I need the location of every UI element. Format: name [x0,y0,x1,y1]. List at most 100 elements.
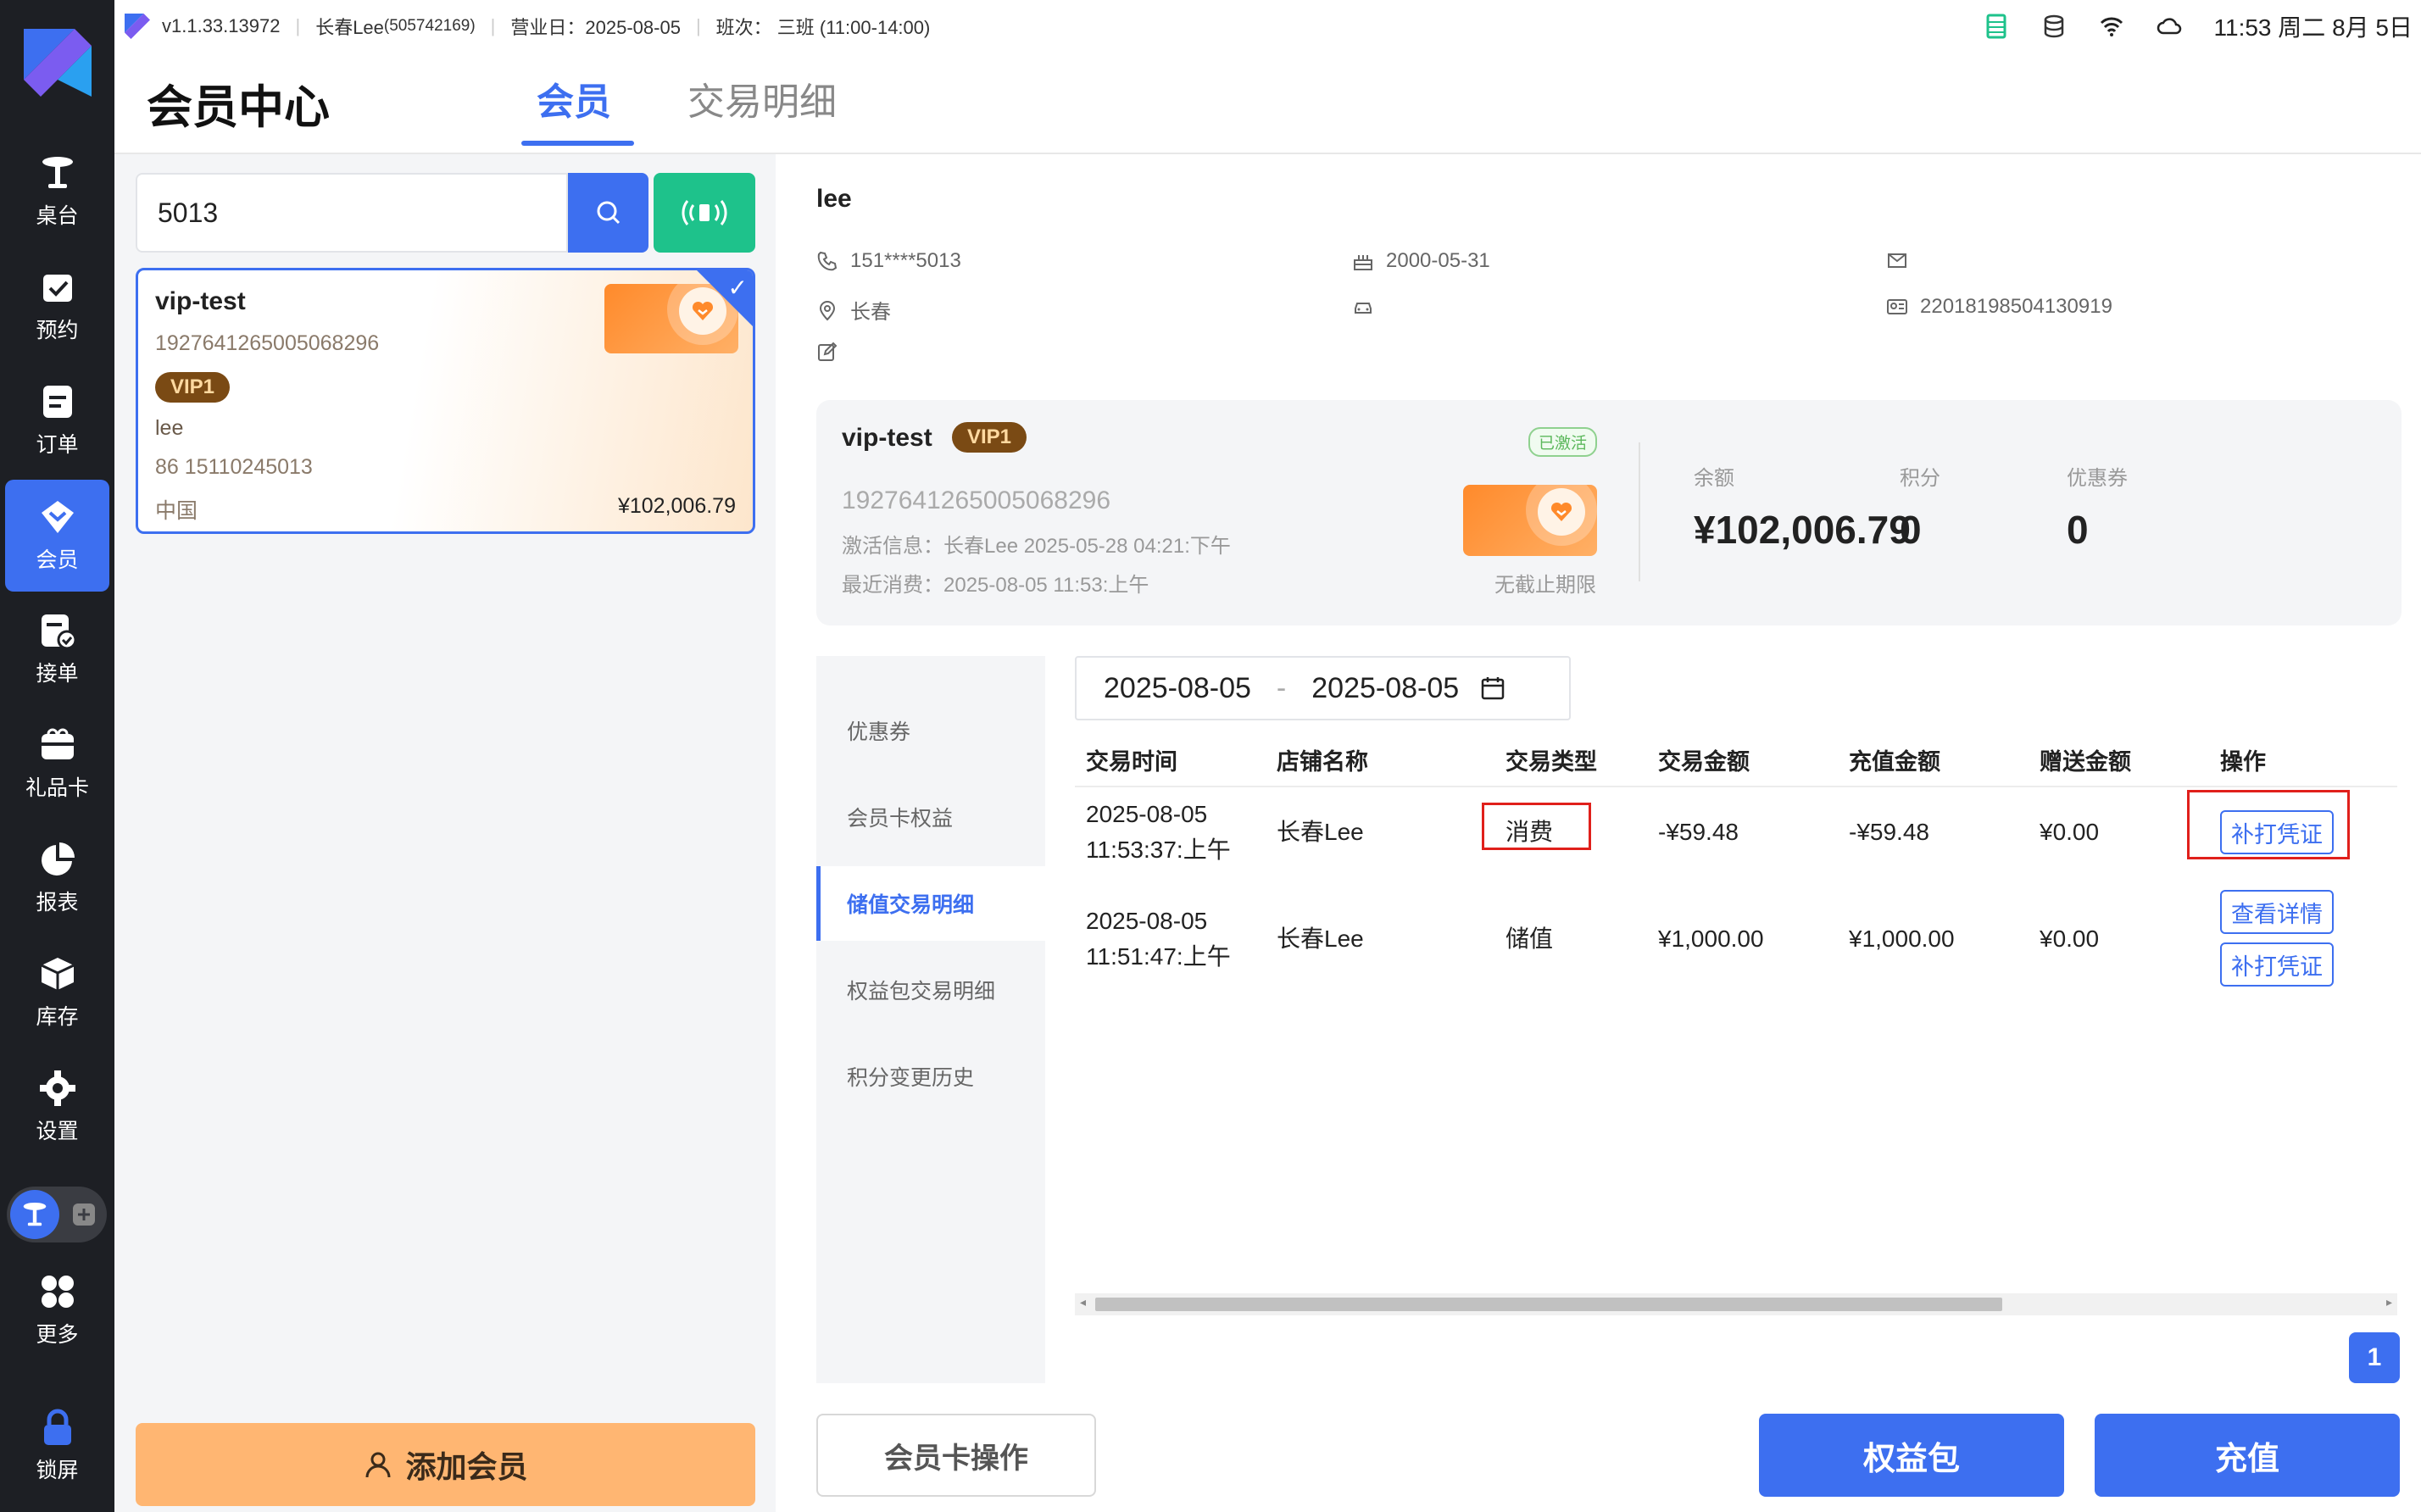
date-separator: - [1276,671,1287,704]
activated-badge: 已激活 [1528,427,1598,457]
sidebar-item-gift-cards[interactable]: 礼品卡 [5,708,109,820]
search-icon [597,201,620,225]
gear-icon [39,1070,75,1106]
card-summary-panel: vip-test VIP1 已激活 1927641265005068296 激活… [816,400,2402,625]
sidebar-item-label: 接单 [36,662,79,686]
col-header-store: 店铺名称 [1277,749,1368,775]
table-cell-recharge: -¥59.48 [1849,819,1929,845]
table-cell-bonus: ¥0.00 [2040,819,2100,845]
tab-points-history[interactable]: 积分变更历史 [816,1039,1045,1114]
benefit-package-button[interactable]: 权益包 [1759,1414,2064,1497]
id-value: 22018198504130919 [1920,295,2112,318]
divider [1639,442,1640,581]
calendar-check-icon [42,275,72,302]
member-card-balance: ¥102,006.79 [617,494,736,518]
card-number: 1927641265005068296 [842,486,1111,514]
recharge-button[interactable]: 充值 [2095,1414,2400,1497]
lock-icon [43,1409,71,1445]
sidebar-item-accept-orders[interactable]: 接单 [5,593,109,705]
sidebar-item-reports[interactable]: 报表 [5,822,109,934]
col-header-recharge: 充值金额 [1849,749,1940,775]
tab-stored-value-transactions[interactable]: 储值交易明细 [816,866,1045,941]
cake-icon [1354,255,1372,270]
profile-city: 长春 [816,295,891,325]
sidebar-item-label: 礼品卡 [25,776,89,800]
tab-transactions[interactable]: 交易明细 [687,71,837,125]
sidebar-item-settings[interactable]: 设置 [5,1051,109,1163]
table-cell-amount: -¥59.48 [1658,819,1739,845]
store-id: (505742169) [383,17,476,35]
active-tab-underline [521,141,634,146]
highlight-box-action [2187,790,2350,859]
database-icon[interactable] [2041,14,2067,39]
view-details-button[interactable]: 查看详情 [2220,890,2334,934]
member-card[interactable]: vip-test 1927641265005068296 VIP1 lee 86… [136,268,755,534]
search-value: 5013 [158,197,219,228]
sidebar-item-more[interactable]: 更多 [5,1254,109,1366]
card-operations-button[interactable]: 会员卡操作 [816,1414,1096,1497]
sidebar-item-members[interactable]: 会员 [5,480,109,592]
reprint-voucher-button[interactable]: 补打凭证 [2220,942,2334,987]
nfc-read-button[interactable] [654,173,755,253]
scroll-left-arrow-icon[interactable]: ◂ [1080,1295,1086,1309]
profile-id: 22018198504130919 [1886,295,2112,319]
page-1-button[interactable]: 1 [2349,1332,2400,1383]
member-card-country: 中国 [155,499,198,523]
city-value: 长春 [850,301,891,324]
location-pin-icon [819,300,836,320]
business-day: 营业日：2025-08-05 [510,17,681,38]
table-cell-time: 2025-08-05 11:53:37:上午 [1086,797,1231,868]
table-cell-store: 长春Lee [1277,819,1364,845]
scroll-right-arrow-icon[interactable]: ▸ [2386,1295,2392,1309]
edit-profile-button[interactable] [816,341,838,363]
tab-benefit-package-transactions[interactable]: 权益包交易明细 [816,953,1045,1027]
member-list-panel: 5013 vip-test 1927641265005068296 VIP1 l… [114,154,776,1512]
table-cell-amount: ¥1,000.00 [1658,926,1764,952]
member-diamond-icon [41,501,74,533]
tab-coupons[interactable]: 优惠券 [816,693,1045,768]
phone-icon [817,251,838,271]
detail-side-tabs: 优惠券 会员卡权益 储值交易明细 权益包交易明细 积分变更历史 [816,656,1045,1383]
member-card-name: vip-test [155,287,246,315]
sidebar-item-inventory[interactable]: 库存 [5,937,109,1048]
store-name: 长春Lee [315,17,384,38]
coupons-value: 0 [2067,508,2089,552]
sidebar-item-orders[interactable]: 订单 [5,364,109,476]
card-expiry: 无截止期限 [1494,574,1596,597]
table-cell-type: 储值 [1505,926,1554,952]
date-range-picker[interactable]: 2025-08-05 - 2025-08-05 [1075,656,1571,720]
sidebar-item-tables[interactable]: 桌台 [5,136,109,247]
card-image [1463,485,1597,556]
coupons-label: 优惠券 [2067,467,2128,490]
grid-more-icon [41,1276,74,1308]
profile-name: lee [816,185,852,213]
balance-value: ¥102,006.79 [1694,508,1911,552]
col-header-actions: 操作 [2220,749,2266,775]
col-header-amount: 交易金额 [1658,749,1750,775]
tab-card-benefits[interactable]: 会员卡权益 [816,780,1045,854]
sidebar-item-lock[interactable]: 锁屏 [5,1390,109,1502]
tab-members[interactable]: 会员 [537,71,611,125]
sidebar: 桌台 预约 订单 会员 接单 礼品卡 报表 库存 设置 更多 锁屏 [0,0,114,1512]
search-button[interactable] [568,173,648,253]
sidebar-item-label: 会员 [36,548,79,572]
horizontal-scrollbar[interactable]: ◂ ▸ [1075,1293,2397,1315]
start-date: 2025-08-05 [1104,671,1251,704]
scrollbar-thumb[interactable] [1095,1298,2002,1311]
search-input[interactable]: 5013 [136,173,568,253]
sidebar-item-label: 锁屏 [36,1459,79,1482]
checkmark-icon: ✓ [727,275,748,301]
balance-label: 余额 [1694,467,1734,490]
end-date: 2025-08-05 [1311,671,1460,704]
vip-badge: VIP1 [155,372,231,403]
mode-toggle[interactable] [7,1187,107,1242]
spreadsheet-icon[interactable] [1984,14,2009,39]
sidebar-item-reservations[interactable]: 预约 [5,250,109,362]
points-label: 积分 [1900,467,1940,490]
table-cell-time: 2025-08-05 11:51:47:上午 [1086,903,1231,975]
box-icon [40,958,75,990]
add-member-button[interactable]: 添加会员 [136,1423,755,1506]
sidebar-item-label: 桌台 [36,204,79,228]
member-card-phone: 86 15110245013 [155,455,313,479]
table-icon [23,1202,47,1226]
